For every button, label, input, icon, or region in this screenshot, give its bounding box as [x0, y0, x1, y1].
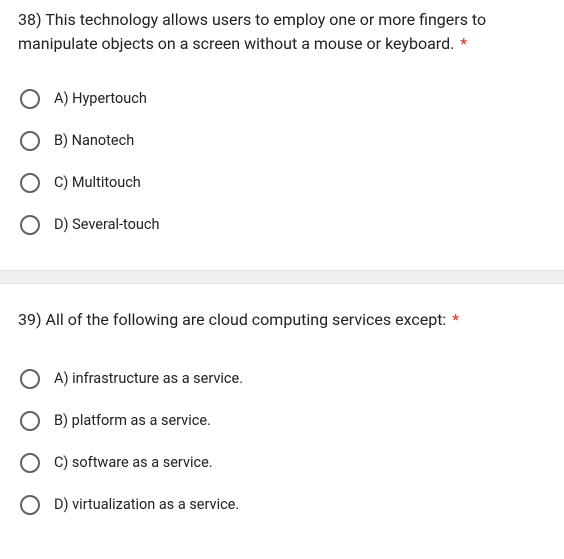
question-title: 38) This technology allows users to empl… [18, 8, 546, 64]
option-label: B) Nanotech [54, 131, 134, 151]
option-label: C) software as a service. [54, 453, 213, 473]
option-label: D) Several-touch [54, 215, 159, 235]
option-row[interactable]: D) Several-touch [18, 204, 546, 246]
option-row[interactable]: A) Hypertouch [18, 78, 546, 120]
option-row[interactable]: B) Nanotech [18, 120, 546, 162]
option-label: A) infrastructure as a service. [54, 369, 243, 389]
question-title: 39) All of the following are cloud compu… [18, 308, 546, 340]
option-row[interactable]: A) infrastructure as a service. [18, 358, 546, 400]
card-divider [0, 270, 564, 284]
radio-icon [20, 453, 40, 473]
radio-icon [20, 369, 40, 389]
question-text: This technology allows users to employ o… [18, 10, 486, 53]
radio-icon [20, 173, 40, 193]
radio-icon [20, 215, 40, 235]
question-text: All of the following are cloud computing… [46, 310, 447, 329]
question-card: 38) This technology allows users to empl… [0, 0, 564, 270]
radio-icon [20, 89, 40, 109]
options-group: A) infrastructure as a service. B) platf… [18, 358, 546, 526]
option-row[interactable]: D) virtualization as a service. [18, 484, 546, 526]
radio-icon [20, 411, 40, 431]
option-label: B) platform as a service. [54, 411, 211, 431]
question-card: 39) All of the following are cloud compu… [0, 284, 564, 526]
question-number: 39) [18, 310, 42, 329]
option-label: A) Hypertouch [54, 89, 147, 109]
question-number: 38) [18, 10, 42, 29]
options-group: A) Hypertouch B) Nanotech C) Multitouch … [18, 78, 546, 246]
radio-icon [20, 131, 40, 151]
radio-icon [20, 495, 40, 515]
option-row[interactable]: C) software as a service. [18, 442, 546, 484]
required-asterisk: * [460, 34, 467, 53]
required-asterisk: * [452, 310, 459, 329]
option-label: C) Multitouch [54, 173, 141, 193]
option-row[interactable]: B) platform as a service. [18, 400, 546, 442]
option-label: D) virtualization as a service. [54, 495, 239, 515]
option-row[interactable]: C) Multitouch [18, 162, 546, 204]
